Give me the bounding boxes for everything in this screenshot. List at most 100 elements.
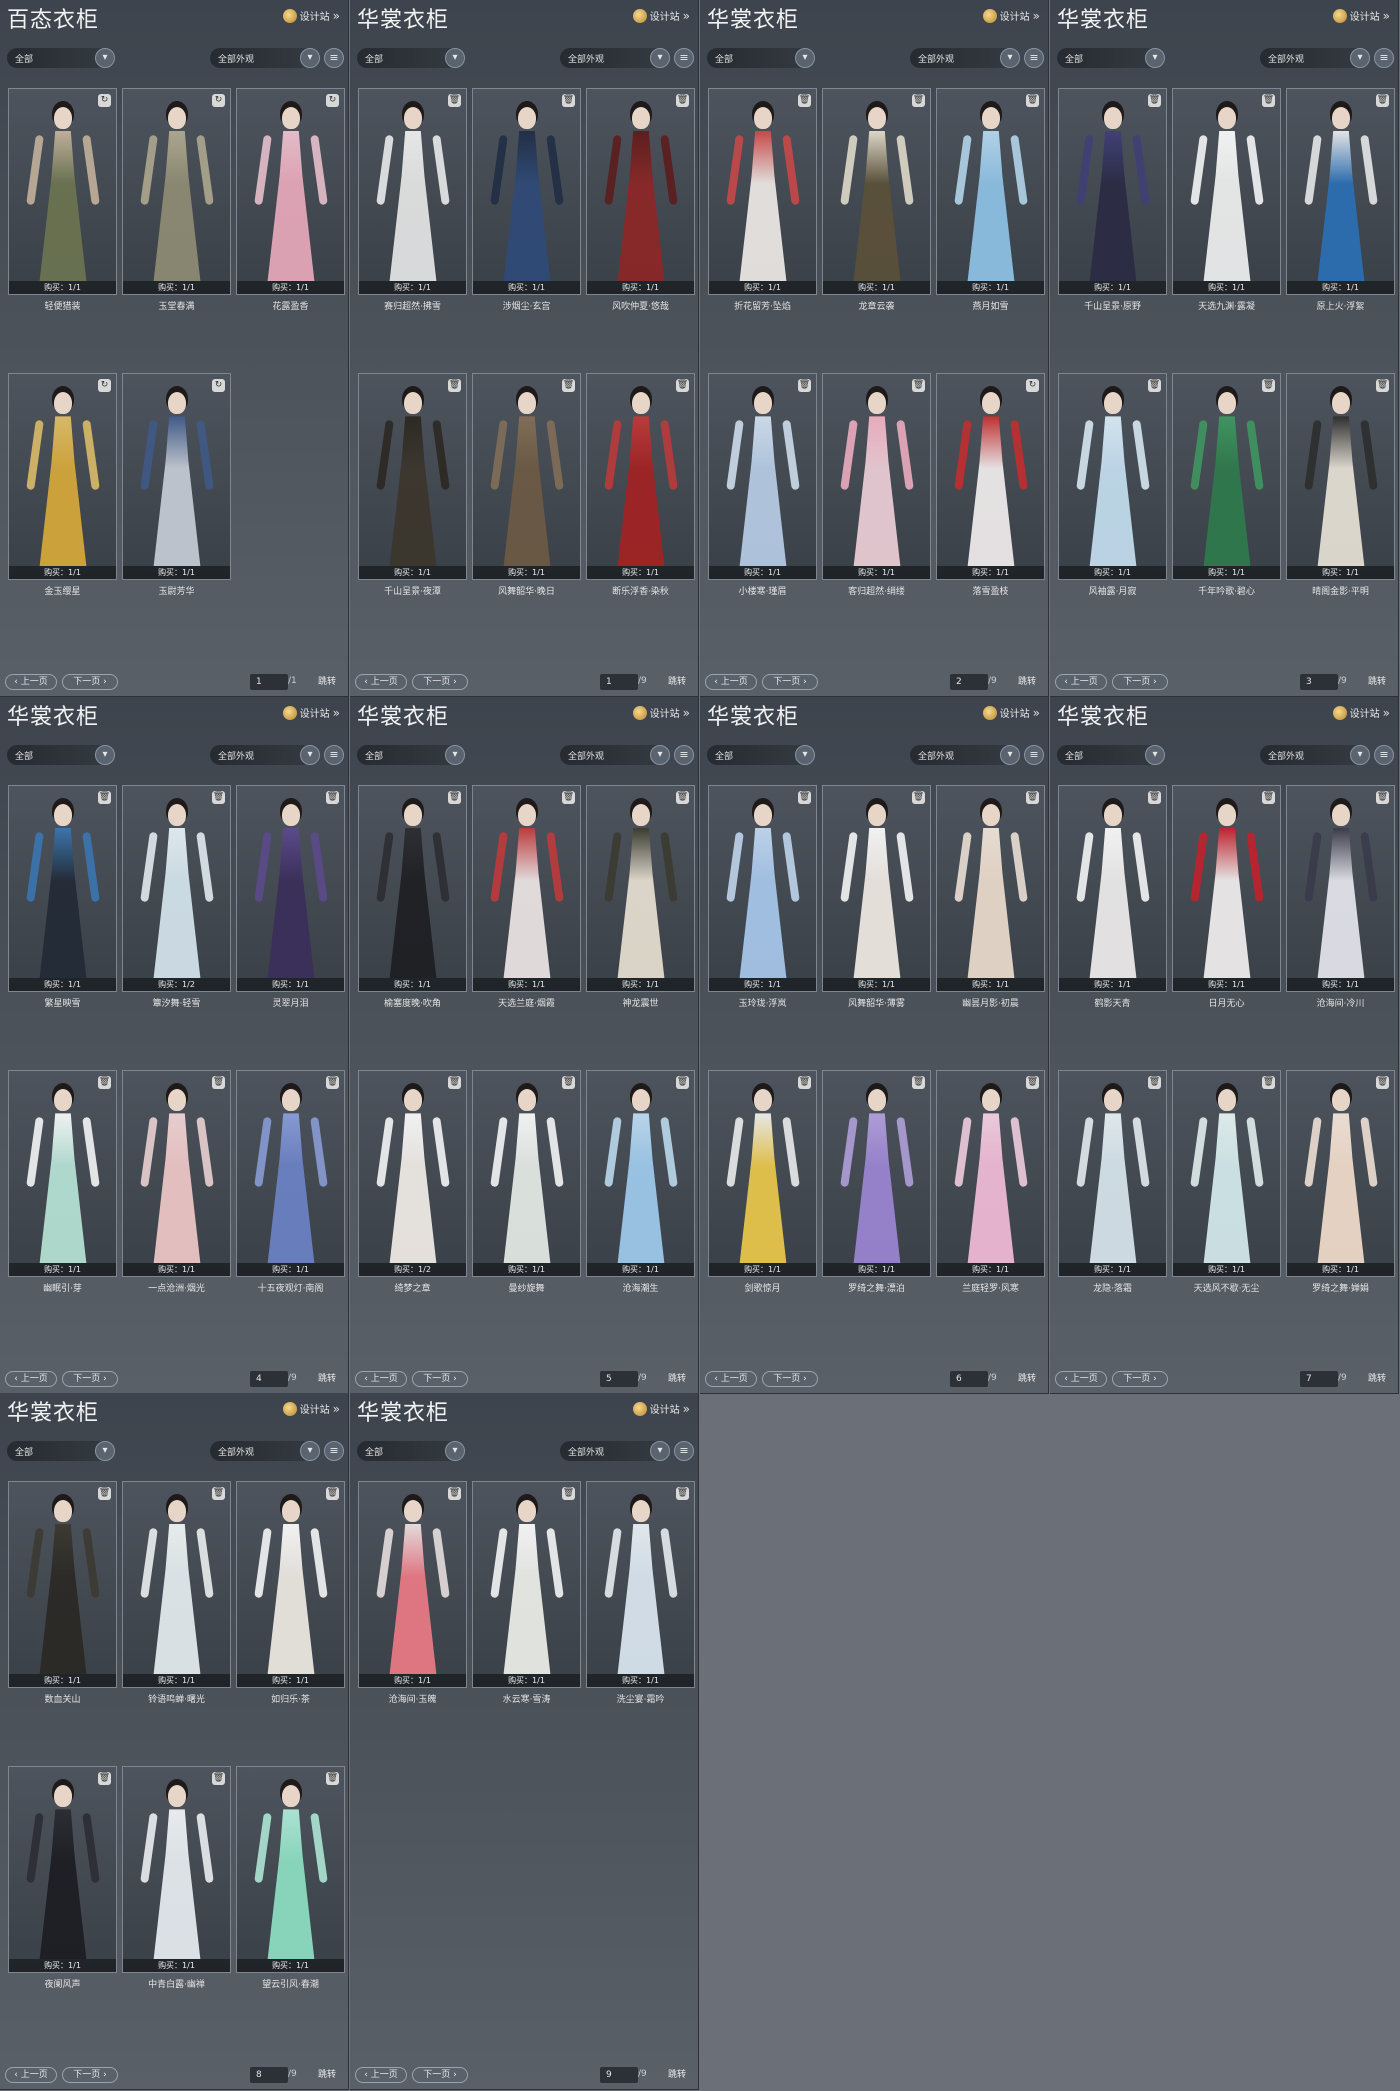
chevron-down-icon[interactable]: ▾ bbox=[650, 745, 670, 765]
trash-icon[interactable]: 🗑 bbox=[798, 93, 811, 107]
prev-page-button[interactable]: ‹ 上一页 bbox=[355, 2067, 407, 2083]
trash-icon[interactable]: 🗑 bbox=[98, 1076, 111, 1090]
design-station-link[interactable]: 设计站» bbox=[982, 705, 1040, 720]
outfit-card[interactable]: 🗑 购买：1/1 龙隐·落霜 bbox=[1058, 1070, 1167, 1300]
outfit-preview[interactable]: 🗑 购买：1/1 bbox=[1172, 784, 1281, 992]
design-station-link[interactable]: 设计站» bbox=[632, 705, 690, 720]
outfit-preview[interactable]: 🗑 购买：1/1 bbox=[8, 1070, 117, 1278]
category-select[interactable]: 全部 ▾ bbox=[7, 745, 115, 765]
refresh-icon[interactable]: ↻ bbox=[1026, 379, 1039, 393]
outfit-card[interactable]: 🗑 购买：1/1 夜阑风声 bbox=[8, 1766, 117, 1996]
trash-icon[interactable]: 🗑 bbox=[676, 790, 689, 804]
outfit-card[interactable]: 🗑 购买：1/1 中青白露·幽禅 bbox=[122, 1766, 231, 1996]
page-number-input[interactable]: 3 bbox=[1300, 674, 1338, 690]
trash-icon[interactable]: 🗑 bbox=[448, 1486, 461, 1500]
trash-icon[interactable]: 🗑 bbox=[562, 1076, 575, 1090]
outfit-preview[interactable]: 🗑 购买：1/1 bbox=[586, 1070, 695, 1278]
outfit-preview[interactable]: ↻ 购买：1/1 bbox=[936, 373, 1045, 581]
outfit-card[interactable]: 🗑 购买：1/1 榆塞度晚·吹角 bbox=[358, 784, 467, 1015]
outfit-card[interactable]: 🗑 购买：1/1 风袖露·月寂 bbox=[1058, 373, 1167, 603]
trash-icon[interactable]: 🗑 bbox=[326, 790, 339, 804]
list-filter-icon[interactable]: ≡ bbox=[1374, 48, 1394, 68]
chevron-down-icon[interactable]: ▾ bbox=[1145, 745, 1165, 765]
outfit-preview[interactable]: 🗑 购买：1/1 bbox=[1058, 373, 1167, 581]
trash-icon[interactable]: 🗑 bbox=[448, 93, 461, 107]
list-filter-icon[interactable]: ≡ bbox=[674, 1441, 694, 1461]
outfit-preview[interactable]: 🗑 购买：1/1 bbox=[1058, 87, 1167, 295]
outfit-preview[interactable]: 🗑 购买：1/1 bbox=[358, 87, 467, 295]
trash-icon[interactable]: 🗑 bbox=[98, 1486, 111, 1500]
next-page-button[interactable]: 下一页 › bbox=[62, 2067, 118, 2083]
outfit-card[interactable]: 🗑 购买：1/1 罗绮之舞·婵娟 bbox=[1286, 1070, 1395, 1300]
prev-page-button[interactable]: ‹ 上一页 bbox=[1055, 674, 1107, 690]
outfit-card[interactable]: 🗑 购买：1/1 沧海间·玉魄 bbox=[358, 1480, 467, 1711]
appearance-select[interactable]: 全部外观 ▾ bbox=[910, 48, 1020, 68]
outfit-preview[interactable]: 🗑 购买：1/1 bbox=[8, 1480, 117, 1688]
category-select[interactable]: 全部 ▾ bbox=[7, 1441, 115, 1461]
trash-icon[interactable]: 🗑 bbox=[98, 1772, 111, 1786]
category-select[interactable]: 全部 ▾ bbox=[357, 1441, 465, 1461]
outfit-card[interactable]: 🗑 购买：1/1 赛归超然·拂雪 bbox=[358, 87, 467, 318]
outfit-card[interactable]: 🗑 购买：1/1 繁星映雪 bbox=[8, 784, 117, 1015]
page-number-input[interactable]: 6 bbox=[950, 1371, 988, 1387]
list-filter-icon[interactable]: ≡ bbox=[1024, 745, 1044, 765]
outfit-card[interactable]: ↻ 购买：1/1 金玉缨星 bbox=[8, 373, 117, 603]
next-page-button[interactable]: 下一页 › bbox=[762, 1371, 818, 1387]
trash-icon[interactable]: 🗑 bbox=[676, 1486, 689, 1500]
page-number-input[interactable]: 8 bbox=[250, 2067, 288, 2083]
outfit-preview[interactable]: 🗑 购买：1/1 bbox=[822, 784, 931, 992]
outfit-card[interactable]: 🗑 购买：1/1 幽眠引·芽 bbox=[8, 1070, 117, 1300]
page-number-input[interactable]: 2 bbox=[950, 674, 988, 690]
trash-icon[interactable]: 🗑 bbox=[676, 1076, 689, 1090]
chevron-down-icon[interactable]: ▾ bbox=[445, 1441, 465, 1461]
category-select[interactable]: 全部 ▾ bbox=[707, 745, 815, 765]
chevron-down-icon[interactable]: ▾ bbox=[1000, 745, 1020, 765]
jump-button[interactable]: 跳转 bbox=[1368, 1371, 1386, 1387]
design-station-link[interactable]: 设计站» bbox=[1332, 705, 1390, 720]
trash-icon[interactable]: 🗑 bbox=[912, 379, 925, 393]
jump-button[interactable]: 跳转 bbox=[1368, 674, 1386, 690]
trash-icon[interactable]: 🗑 bbox=[562, 1486, 575, 1500]
outfit-preview[interactable]: 🗑 购买：1/1 bbox=[236, 1070, 345, 1278]
outfit-card[interactable]: 🗑 购买：1/2 绮梦之章 bbox=[358, 1070, 467, 1300]
next-page-button[interactable]: 下一页 › bbox=[1112, 1371, 1168, 1387]
outfit-preview[interactable]: 🗑 购买：1/1 bbox=[1286, 87, 1395, 295]
trash-icon[interactable]: 🗑 bbox=[1026, 1076, 1039, 1090]
prev-page-button[interactable]: ‹ 上一页 bbox=[5, 1371, 57, 1387]
next-page-button[interactable]: 下一页 › bbox=[412, 674, 468, 690]
outfit-card[interactable]: 🗑 购买：1/1 如归乐·茶 bbox=[236, 1480, 345, 1711]
chevron-down-icon[interactable]: ▾ bbox=[650, 1441, 670, 1461]
chevron-down-icon[interactable]: ▾ bbox=[795, 48, 815, 68]
appearance-select[interactable]: 全部外观 ▾ bbox=[210, 48, 320, 68]
trash-icon[interactable]: 🗑 bbox=[676, 379, 689, 393]
outfit-preview[interactable]: 🗑 购买：1/1 bbox=[708, 87, 817, 295]
category-select[interactable]: 全部 ▾ bbox=[357, 745, 465, 765]
outfit-preview[interactable]: 🗑 购买：1/1 bbox=[1058, 1070, 1167, 1278]
outfit-card[interactable]: 🗑 购买：1/2 簟汐舞·轻雪 bbox=[122, 784, 231, 1015]
prev-page-button[interactable]: ‹ 上一页 bbox=[705, 674, 757, 690]
category-select[interactable]: 全部 ▾ bbox=[357, 48, 465, 68]
outfit-preview[interactable]: 🗑 购买：1/1 bbox=[358, 373, 467, 581]
trash-icon[interactable]: 🗑 bbox=[562, 93, 575, 107]
outfit-preview[interactable]: 🗑 购买：1/1 bbox=[586, 87, 695, 295]
trash-icon[interactable]: 🗑 bbox=[1026, 93, 1039, 107]
next-page-button[interactable]: 下一页 › bbox=[62, 1371, 118, 1387]
outfit-preview[interactable]: 🗑 购买：1/1 bbox=[472, 373, 581, 581]
outfit-card[interactable]: 🗑 购买：1/1 十五夜观灯·南阁 bbox=[236, 1070, 345, 1300]
outfit-preview[interactable]: 🗑 购买：1/1 bbox=[358, 784, 467, 992]
jump-button[interactable]: 跳转 bbox=[1018, 674, 1036, 690]
outfit-preview[interactable]: 🗑 购买：1/1 bbox=[708, 373, 817, 581]
outfit-preview[interactable]: 🗑 购买：1/1 bbox=[708, 784, 817, 992]
outfit-preview[interactable]: 🗑 购买：1/1 bbox=[586, 784, 695, 992]
trash-icon[interactable]: 🗑 bbox=[448, 379, 461, 393]
trash-icon[interactable]: 🗑 bbox=[1262, 379, 1275, 393]
appearance-select[interactable]: 全部外观 ▾ bbox=[1260, 745, 1370, 765]
chevron-down-icon[interactable]: ▾ bbox=[1000, 48, 1020, 68]
outfit-preview[interactable]: 🗑 购买：1/1 bbox=[936, 784, 1045, 992]
outfit-preview[interactable]: ↻ 购买：1/1 bbox=[8, 373, 117, 581]
outfit-preview[interactable]: ↻ 购买：1/1 bbox=[122, 87, 231, 295]
trash-icon[interactable]: 🗑 bbox=[562, 379, 575, 393]
outfit-card[interactable]: 🗑 购买：1/1 数血关山 bbox=[8, 1480, 117, 1711]
outfit-preview[interactable]: 🗑 购买：1/1 bbox=[472, 87, 581, 295]
refresh-icon[interactable]: ↻ bbox=[212, 379, 225, 393]
